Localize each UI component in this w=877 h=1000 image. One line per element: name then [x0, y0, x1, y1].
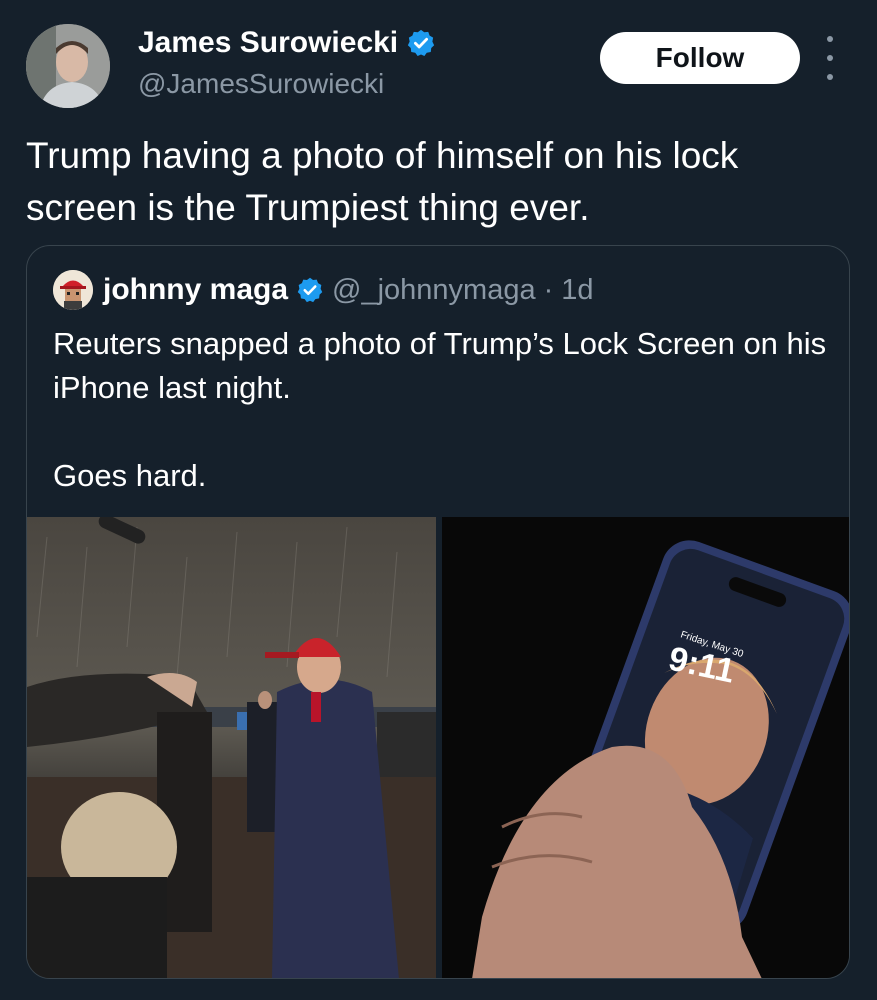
- tweet-text: Trump having a photo of himself on his l…: [26, 135, 739, 228]
- author-handle[interactable]: @JamesSurowiecki: [138, 68, 384, 100]
- quoted-text: Reuters snapped a photo of Trump’s Lock …: [53, 322, 833, 498]
- author-avatar[interactable]: [26, 24, 110, 108]
- more-options-icon[interactable]: [818, 36, 842, 80]
- quoted-author-avatar[interactable]: [53, 270, 93, 310]
- quoted-header: johnny maga @_johnnymaga · 1d: [103, 270, 594, 310]
- tarmac-photo[interactable]: [27, 517, 436, 978]
- quoted-tweet-card[interactable]: johnny maga @_johnnymaga · 1d Reuters sn…: [26, 245, 850, 979]
- quoted-media[interactable]: Friday, May 30 9:11: [27, 517, 849, 978]
- quoted-author-name[interactable]: johnny maga: [103, 273, 288, 307]
- quoted-timestamp[interactable]: 1d: [561, 274, 593, 307]
- follow-button[interactable]: Follow: [600, 32, 800, 84]
- quoted-author-handle[interactable]: @_johnnymaga: [332, 274, 536, 307]
- quoted-verified-badge-icon: [296, 276, 324, 304]
- verified-badge-icon: [406, 28, 436, 58]
- quoted-separator: ·: [543, 273, 554, 306]
- phone-lockscreen-photo[interactable]: Friday, May 30 9:11: [442, 517, 849, 978]
- quoted-text-line1: Reuters snapped a photo of Trump’s Lock …: [53, 326, 827, 405]
- author-name[interactable]: James Surowiecki: [138, 26, 398, 60]
- author-name-row[interactable]: James Surowiecki: [138, 26, 436, 60]
- quoted-text-line2: Goes hard.: [53, 458, 207, 493]
